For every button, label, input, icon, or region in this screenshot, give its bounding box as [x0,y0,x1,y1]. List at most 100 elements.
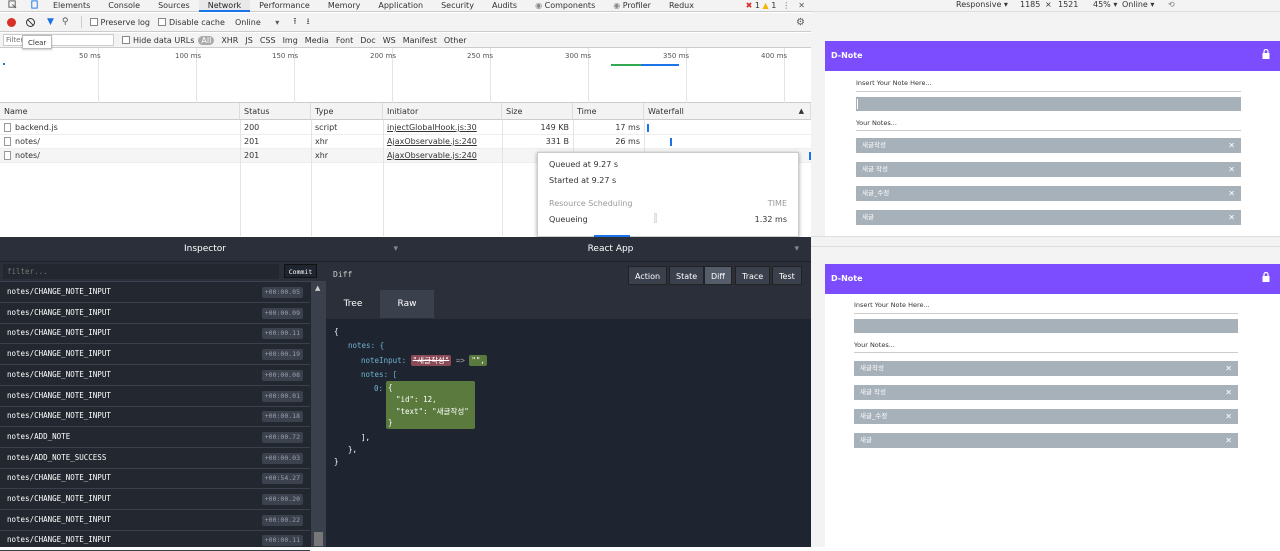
action-item[interactable]: notes/ADD_NOTE +00:00.72 [0,427,310,448]
export-icon[interactable]: ⭳ [306,14,309,30]
chevron-down-icon[interactable]: ▾ [393,237,398,262]
preserve-log-checkbox[interactable] [89,18,98,26]
filter-type-img[interactable]: Img [283,36,298,45]
chevron-down-icon[interactable]: ▾ [794,237,799,262]
clear-icon[interactable] [26,17,35,27]
filter-type-manifest[interactable]: Manifest [403,36,437,45]
zoom-select[interactable]: 45% ▾ [1093,0,1117,9]
hide-data-urls-checkbox[interactable] [122,36,130,44]
network-select[interactable]: Online ▾ [1122,0,1154,9]
commit-button[interactable]: Commit [284,264,317,278]
filter-type-ws[interactable]: WS [383,36,396,45]
tab-components[interactable]: ◉ Components [526,0,604,12]
app-header[interactable]: React App ▾ [410,237,811,262]
note-item[interactable]: 새글 작성 ✕ [856,162,1241,177]
action-item[interactable]: notes/CHANGE_NOTE_INPUT +00:00.01 [0,386,310,407]
import-icon[interactable]: ⭱ [293,14,296,30]
subtab-tree[interactable]: Tree [326,290,380,318]
action-item[interactable]: notes/CHANGE_NOTE_INPUT +00:00.20 [0,489,310,510]
column-header-size[interactable]: Size [502,103,573,120]
device-width-input[interactable]: 1185 [1020,0,1040,9]
tab-elements[interactable]: Elements [44,0,99,12]
table-row[interactable]: notes/ 201 xhr AjaxObservable.js:240 331… [0,135,811,149]
monitor-button-action[interactable]: Action [628,266,668,285]
delete-note-icon[interactable]: ✕ [1225,409,1232,424]
tab-audits[interactable]: Audits [483,0,526,12]
action-list-scrollbar[interactable]: ▲ [311,282,326,547]
row-initiator-link[interactable]: AjaxObservable.js:240 [383,149,502,163]
column-header-name[interactable]: Name [0,103,240,120]
responsive-select[interactable]: Responsive ▾ [956,0,1008,9]
note-item[interactable]: 새글작성 ✕ [856,138,1241,153]
close-icon[interactable]: ✕ [798,1,805,10]
subtab-raw[interactable]: Raw [380,290,434,318]
filter-icon[interactable]: ▼ [47,17,54,27]
throttle-select[interactable]: Online ▾ [235,18,279,27]
tab-profiler[interactable]: ◉ Profiler [604,0,660,12]
monitor-button-test[interactable]: Test [772,266,802,285]
disable-cache-checkbox[interactable] [158,18,167,26]
search-icon[interactable]: ⚲ [62,17,69,27]
tab-performance[interactable]: Performance [250,0,319,12]
action-item[interactable]: notes/CHANGE_NOTE_INPUT +00:00.08 [0,365,310,386]
table-row[interactable]: backend.js 200 script injectGlobalHook.j… [0,121,811,135]
tab-memory[interactable]: Memory [319,0,370,12]
action-item[interactable]: notes/CHANGE_NOTE_INPUT +00:00.19 [0,344,310,366]
note-input[interactable] [856,97,1241,111]
delete-note-icon[interactable]: ✕ [1228,162,1235,177]
action-item[interactable]: notes/CHANGE_NOTE_INPUT +00:00.18 [0,406,310,428]
filter-type-all[interactable]: All [198,35,215,45]
note-item[interactable]: 새글작성 ✕ [854,361,1238,376]
column-header-status[interactable]: Status [240,103,311,120]
note-item[interactable]: 새글_수정 ✕ [856,186,1241,201]
monitor-button-state[interactable]: State [669,266,705,285]
monitor-button-trace[interactable]: Trace [735,266,771,285]
delete-note-icon[interactable]: ✕ [1228,186,1235,201]
action-item[interactable]: notes/CHANGE_NOTE_INPUT +00:00.11 [0,530,310,551]
filter-type-css[interactable]: CSS [260,36,276,45]
action-filter-input[interactable] [3,264,279,279]
column-header-waterfall[interactable]: Waterfall ▲ [644,103,811,120]
tab-network[interactable]: Network [198,0,251,12]
tab-sources[interactable]: Sources [149,0,199,12]
tab-application[interactable]: Application [369,0,432,12]
action-item[interactable]: notes/ADD_NOTE_SUCCESS +00:00.03 [0,448,310,469]
delete-note-icon[interactable]: ✕ [1228,138,1235,153]
action-item[interactable]: notes/CHANGE_NOTE_INPUT +00:00.05 [0,282,310,303]
tab-redux[interactable]: Redux [660,0,703,12]
inspector-header[interactable]: Inspector ▾ [0,237,410,262]
lock-icon[interactable] [1262,48,1270,59]
filter-type-js[interactable]: JS [245,36,252,45]
note-item[interactable]: 새글 ✕ [856,210,1241,225]
delete-note-icon[interactable]: ✕ [1225,433,1232,448]
filter-type-media[interactable]: Media [305,36,329,45]
action-item[interactable]: notes/CHANGE_NOTE_INPUT +00:00.22 [0,510,310,531]
action-item[interactable]: notes/CHANGE_NOTE_INPUT +00:54.27 [0,468,310,490]
more-icon[interactable]: ⋮ [782,1,790,10]
column-header-time[interactable]: Time [573,103,644,120]
scroll-up-icon[interactable]: ▲ [315,284,320,292]
monitor-button-diff[interactable]: Diff [704,266,732,285]
device-toolbar-icon[interactable] [24,0,44,11]
note-item[interactable]: 새글 ✕ [854,433,1238,448]
row-initiator-link[interactable]: injectGlobalHook.js:30 [383,121,502,135]
lock-icon[interactable] [1262,271,1270,282]
delete-note-icon[interactable]: ✕ [1225,361,1232,376]
delete-note-icon[interactable]: ✕ [1225,385,1232,400]
record-icon[interactable] [7,17,16,27]
note-input[interactable] [854,319,1238,333]
column-header-type[interactable]: Type [311,103,383,120]
action-item[interactable]: notes/CHANGE_NOTE_INPUT +00:00.11 [0,323,310,345]
filter-type-xhr[interactable]: XHR [221,36,238,45]
filter-type-other[interactable]: Other [444,36,467,45]
tab-console[interactable]: Console [99,0,149,12]
settings-gear-icon[interactable]: ⚙ [796,17,805,28]
filter-input[interactable] [3,34,114,46]
delete-note-icon[interactable]: ✕ [1228,210,1235,225]
tab-security[interactable]: Security [432,0,483,12]
rotate-icon[interactable]: ⟲ [1168,0,1175,9]
column-header-initiator[interactable]: Initiator [383,103,502,120]
note-item[interactable]: 새글_수정 ✕ [854,409,1238,424]
error-count[interactable]: ✖ 1 ▲ 1 [746,1,777,10]
filter-type-doc[interactable]: Doc [360,36,375,45]
